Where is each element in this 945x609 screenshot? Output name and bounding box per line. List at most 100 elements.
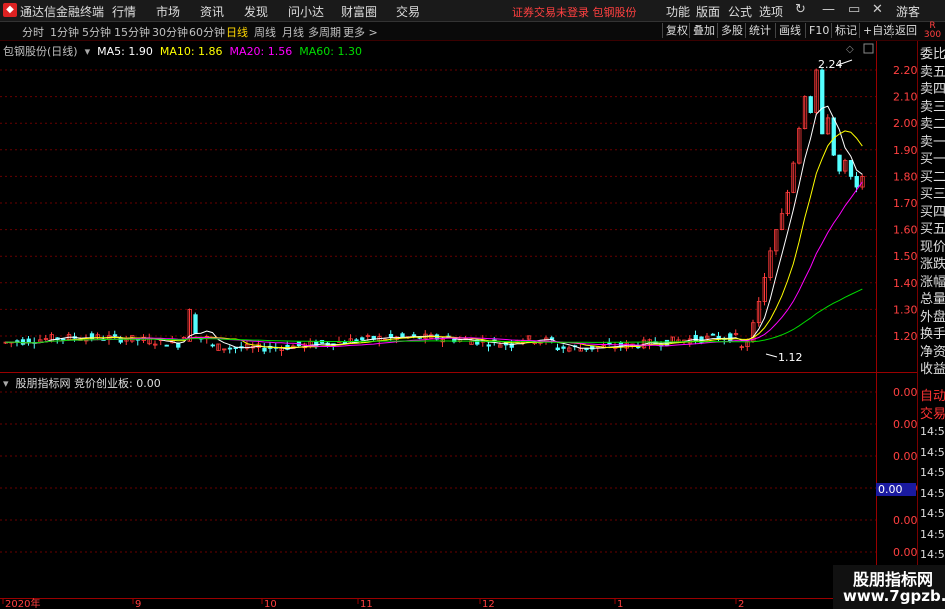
period-more[interactable]: 更多 > <box>343 24 378 40</box>
kline-chart[interactable]: 2.20 2.10 2.00 1.90 1.80 1.70 1.60 1.50 1.40 1.30… <box>0 40 945 609</box>
sub-axis: 0.000.000.000.000.000.00 <box>893 386 918 559</box>
button-tongji[interactable]: 统计 <box>745 23 771 38</box>
legend-toggle-icon[interactable]: ▾ <box>81 45 94 58</box>
quote-item-7: 买二 <box>920 169 945 185</box>
candle-body <box>486 344 491 347</box>
candle-body <box>176 343 181 348</box>
close-icon[interactable]: ✕ <box>872 2 883 17</box>
candle-body <box>555 347 560 351</box>
low-pointer <box>765 353 778 358</box>
trade-time: 14:56 <box>920 548 945 561</box>
app-name: 通达信金融终端 <box>20 5 105 19</box>
date-tick-label: 12 <box>482 599 495 609</box>
ma5-label: MA5: 1.90 <box>97 45 153 58</box>
sub-tick-label: 0.00 <box>893 418 918 431</box>
right-top-label: R 300 <box>923 21 942 40</box>
menu-zixun[interactable]: 资讯 <box>200 3 224 20</box>
refresh-icon[interactable]: ↻ <box>795 2 806 17</box>
button-biaoji[interactable]: 标记 <box>831 23 857 38</box>
quote-item-6: 买一 <box>920 152 945 167</box>
candle-body <box>210 344 215 347</box>
menu-xuanxiang[interactable]: 选项 <box>759 3 783 20</box>
menu-gongshi[interactable]: 公式 <box>728 3 752 20</box>
period-weekly[interactable]: 周线 <box>254 24 276 40</box>
button-back[interactable]: 返回 <box>891 23 917 38</box>
button-fuquan[interactable]: 复权 <box>662 23 688 38</box>
sub-legend: ▾ 股朋指标网 竞价创业板: 0.00 <box>3 375 161 391</box>
ma-lines <box>5 105 863 350</box>
candle-body <box>164 344 169 347</box>
date-tick-label: 11 <box>360 599 373 609</box>
price-tick-label: 2.00 <box>893 117 918 130</box>
period-5min[interactable]: 5分钟 <box>82 24 111 40</box>
window-icon[interactable] <box>863 43 874 54</box>
quote-item-13: 涨幅 <box>920 274 945 290</box>
low-price-label: 1.12 <box>778 351 803 364</box>
button-huaxian[interactable]: 画线 <box>775 23 801 38</box>
stock-title: 包钢股份(日线) <box>3 45 78 58</box>
sub-toggle-icon[interactable]: ▾ <box>3 377 12 390</box>
period-multi[interactable]: 多周期 <box>308 24 341 40</box>
sub-tick-label: 0.00 <box>893 546 918 559</box>
price-tick-label: 2.20 <box>893 64 918 77</box>
menu-wenxiaoda[interactable]: 问小达 <box>288 3 324 20</box>
menu-jiaoyi[interactable]: 交易 <box>396 3 420 20</box>
menu-caifuquan[interactable]: 财富圈 <box>341 3 377 20</box>
candle-body <box>227 347 233 350</box>
button-f10[interactable]: F10 <box>805 23 829 38</box>
candle-body <box>584 348 589 351</box>
candle-body <box>112 334 118 337</box>
login-warning[interactable]: 证券交易未登录 包钢股份 <box>512 4 637 20</box>
quote-item-19[interactable]: 自动 <box>920 385 945 404</box>
menu-banmian[interactable]: 版面 <box>696 3 720 20</box>
trade-time: 14:56 <box>920 507 945 520</box>
ma20-label: MA20: 1.56 <box>229 45 293 58</box>
candle-body <box>837 154 842 172</box>
price-axis: 2.20 2.10 2.00 1.90 1.80 1.70 1.60 1.50 1.40 1.30… <box>893 64 918 343</box>
period-fenshi[interactable]: 分时 <box>22 24 44 40</box>
price-tick-label: 1.40 <box>893 277 918 290</box>
period-15min[interactable]: 15分钟 <box>114 24 150 40</box>
period-60min[interactable]: 60分钟 <box>189 24 225 40</box>
button-diejia[interactable]: 叠加 <box>689 23 715 38</box>
quote-item-18: 收益 <box>920 362 945 377</box>
quote-item-0: 委比 <box>920 47 945 62</box>
ma5-line <box>5 105 863 350</box>
price-tick-label: 1.60 <box>893 224 918 237</box>
candle-body <box>118 337 123 343</box>
candle-body <box>193 314 198 334</box>
menu-faxian[interactable]: 发现 <box>244 3 268 20</box>
minimize-icon[interactable]: — <box>822 2 835 17</box>
diamond-icon[interactable]: ◇ <box>846 44 854 55</box>
quote-item-2: 卖四 <box>920 82 945 97</box>
sub-tick-label: 0.00 <box>893 386 918 399</box>
button-duogu[interactable]: 多股 <box>717 23 743 38</box>
menu-shichang[interactable]: 市场 <box>156 3 180 20</box>
quote-item-4: 卖二 <box>920 117 945 132</box>
trade-time: 14:56 <box>920 486 945 500</box>
period-30min[interactable]: 30分钟 <box>152 24 188 40</box>
price-tick-label: 1.80 <box>893 170 918 183</box>
guest-label[interactable]: 游客 <box>896 3 920 20</box>
ma10-label: MA10: 1.86 <box>159 45 223 58</box>
price-tick-label: 1.90 <box>893 144 918 157</box>
app-logo-icon: ◆ <box>3 3 17 17</box>
period-toolbar: 分时 1分钟 5分钟 15分钟 30分钟 60分钟 日线 周线 月线 多周期 更… <box>0 22 945 41</box>
candle-body <box>710 333 716 336</box>
quote-item-9: 买四 <box>920 204 945 220</box>
quote-item-20[interactable]: 交易 <box>920 403 945 422</box>
period-daily[interactable]: 日线 <box>226 24 248 40</box>
price-tick-label: 1.30 <box>893 303 918 316</box>
maximize-icon[interactable]: ▭ <box>848 2 860 17</box>
quote-item-12: 涨跌 <box>920 257 945 272</box>
sub-gridlines <box>0 391 876 553</box>
button-add-favorite[interactable]: +自选 <box>859 23 894 38</box>
ma10-line <box>5 130 863 349</box>
current-value: 0.00 <box>878 483 903 496</box>
menu-hangqing[interactable]: 行情 <box>112 3 136 20</box>
period-monthly[interactable]: 月线 <box>282 24 304 40</box>
quote-item-3: 卖三 <box>920 99 945 115</box>
period-1min[interactable]: 1分钟 <box>50 24 79 40</box>
watermark-url: www.7gpzb.com <box>843 587 945 605</box>
menu-gongneng[interactable]: 功能 <box>666 3 690 20</box>
